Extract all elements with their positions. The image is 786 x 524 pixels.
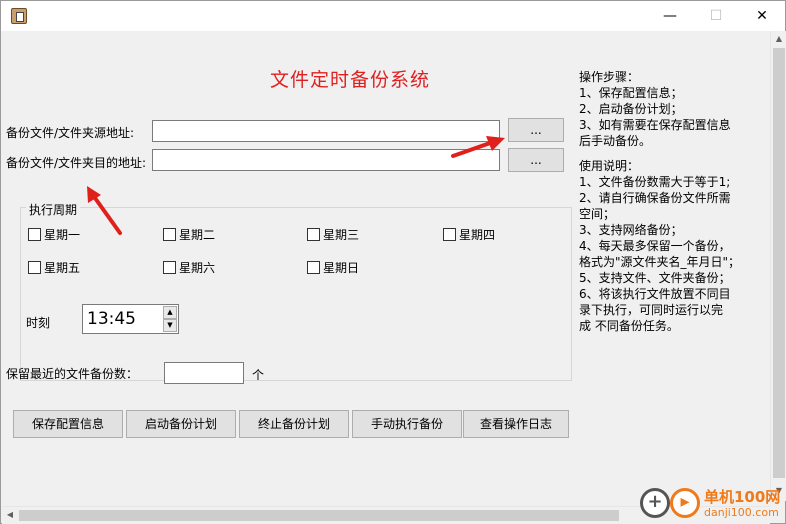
checkbox-box[interactable]: [163, 261, 176, 274]
checkbox-box[interactable]: [307, 261, 320, 274]
time-label: 时刻: [26, 316, 51, 330]
app-icon: [11, 8, 27, 24]
step-line: 后手动备份。: [579, 134, 652, 148]
scroll-up-arrow-icon[interactable]: ▲: [771, 31, 786, 47]
usage-line: 4、每天最多保留一个备份，: [579, 239, 731, 253]
time-down-arrow-icon[interactable]: ▼: [163, 319, 177, 332]
scroll-left-arrow-icon[interactable]: ◀: [2, 507, 18, 523]
usage-line: 6、将该执行文件放置不同目: [579, 287, 731, 301]
retain-count-input[interactable]: [164, 362, 244, 384]
checkbox-box[interactable]: [28, 228, 41, 241]
form-area: 文件定时备份系统 备份文件/文件夹源地址: ... 备份文件/文件夹目的地址: …: [2, 31, 770, 501]
step-line: 2、启动备份计划；: [579, 102, 683, 116]
checkbox-thursday[interactable]: 星期四: [443, 226, 495, 243]
retain-count-label: 保留最近的文件备份数：: [6, 367, 139, 381]
watermark-brand: 单机100网: [704, 488, 781, 506]
view-log-button[interactable]: 查看操作日志: [463, 410, 569, 438]
watermark: + ▸ 单机100网 danji100.com: [640, 486, 786, 524]
destination-browse-button[interactable]: ...: [508, 148, 564, 172]
checkbox-label: 星期六: [179, 261, 216, 275]
schedule-group-title: 执行周期: [26, 201, 81, 218]
checkbox-friday[interactable]: 星期五: [28, 259, 80, 276]
time-value: 13:45: [87, 309, 136, 329]
checkbox-label: 星期四: [459, 228, 496, 242]
app-title: 文件定时备份系统: [270, 69, 431, 91]
usage-line: 5、支持文件、文件夹备份；: [579, 271, 731, 285]
retain-count-unit: 个: [252, 368, 265, 382]
checkbox-saturday[interactable]: 星期六: [163, 259, 215, 276]
watermark-play-icon: ▸: [670, 488, 700, 518]
checkbox-box[interactable]: [28, 261, 41, 274]
horizontal-scroll-thumb[interactable]: [19, 510, 619, 521]
checkbox-label: 星期五: [44, 261, 81, 275]
save-config-button[interactable]: 保存配置信息: [13, 410, 123, 438]
title-bar: — ☐ ✕: [1, 1, 785, 31]
checkbox-label: 星期二: [179, 228, 216, 242]
checkbox-box[interactable]: [163, 228, 176, 241]
source-path-label: 备份文件/文件夹源地址:: [6, 126, 135, 140]
source-browse-button[interactable]: ...: [508, 118, 564, 142]
usage-line: 空间；: [579, 207, 616, 221]
steps-section: 操作步骤： 1、保存配置信息； 2、启动备份计划； 3、如有需要在保存配置信息 …: [579, 69, 731, 149]
source-path-input[interactable]: [152, 120, 500, 142]
watermark-plus-icon: +: [640, 488, 670, 518]
steps-title: 操作步骤：: [579, 70, 640, 84]
step-line: 3、如有需要在保存配置信息: [579, 118, 731, 132]
time-picker[interactable]: 13:45 ▲ ▼: [82, 304, 179, 334]
checkbox-tuesday[interactable]: 星期二: [163, 226, 215, 243]
checkbox-box[interactable]: [443, 228, 456, 241]
checkbox-label: 星期一: [44, 228, 81, 242]
usage-line: 成 不同备份任务。: [579, 319, 679, 333]
checkbox-box[interactable]: [307, 228, 320, 241]
checkbox-sunday[interactable]: 星期日: [307, 259, 359, 276]
vertical-scroll-thumb[interactable]: [773, 48, 785, 478]
checkbox-label: 星期日: [323, 261, 360, 275]
checkbox-wednesday[interactable]: 星期三: [307, 226, 359, 243]
step-line: 1、保存配置信息；: [579, 86, 683, 100]
checkbox-monday[interactable]: 星期一: [28, 226, 80, 243]
checkbox-label: 星期三: [323, 228, 360, 242]
watermark-url: danji100.com: [704, 506, 779, 519]
manual-backup-button[interactable]: 手动执行备份: [352, 410, 462, 438]
usage-section: 使用说明： 1、文件备份数需大于等于1; 2、请自行确保备份文件所需 空间； 3…: [579, 158, 740, 334]
time-up-arrow-icon[interactable]: ▲: [163, 306, 177, 319]
usage-line: 2、请自行确保备份文件所需: [579, 191, 731, 205]
usage-line: 3、支持网络备份；: [579, 223, 683, 237]
usage-line: 1、文件备份数需大于等于1;: [579, 175, 731, 189]
close-button[interactable]: ✕: [739, 1, 785, 31]
usage-line: 录下执行，可同时运行以完: [579, 303, 724, 317]
destination-path-label: 备份文件/文件夹目的地址:: [6, 156, 147, 170]
destination-path-input[interactable]: [152, 149, 500, 171]
main-window: — ☐ ✕ 文件定时备份系统 备份文件/文件夹源地址: ... 备份文件/文件夹…: [0, 0, 786, 524]
vertical-scrollbar[interactable]: ▲ ▼: [770, 31, 786, 501]
minimize-button[interactable]: —: [647, 1, 693, 31]
maximize-button: ☐: [709, 8, 723, 24]
start-plan-button[interactable]: 启动备份计划: [126, 410, 236, 438]
stop-plan-button[interactable]: 终止备份计划: [239, 410, 349, 438]
usage-line: 格式为"源文件夹名_年月日"；: [579, 255, 741, 269]
usage-title: 使用说明：: [579, 159, 640, 173]
